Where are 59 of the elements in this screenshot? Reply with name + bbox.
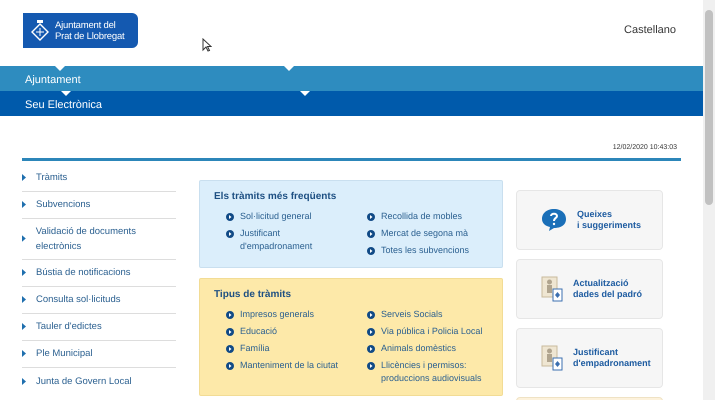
sidebar-link[interactable]: Consulta sol·licituds (36, 292, 120, 307)
procedure-link[interactable]: Totes les subvencions (381, 244, 470, 256)
arrow-circle-icon (367, 344, 375, 352)
question-bubble-icon (541, 208, 567, 232)
document-person-icon (541, 276, 563, 302)
nav-link[interactable]: Ajuntament (25, 72, 81, 88)
language-link[interactable]: Castellano (624, 22, 676, 38)
shortcut-card[interactable]: Actualització dades del padró (516, 258, 663, 318)
sidebar-link[interactable]: Validació de documents electrònics (36, 224, 176, 254)
sidebar-link[interactable]: Ple Municipal (36, 346, 92, 361)
procedure-link[interactable]: Via pública i Policia Local (381, 324, 482, 338)
procedure-link[interactable]: Llicències i permisos: produccions audiovisuals (381, 358, 488, 384)
procedure-link[interactable]: Justificant d'empadronament (240, 226, 347, 252)
arrow-circle-icon (367, 310, 375, 318)
procedure-link[interactable]: Serveis Socials (381, 308, 443, 320)
logo-text: Prat de Llobregat (55, 30, 124, 42)
panel-title: Els tràmits més freqüents (214, 190, 338, 204)
procedure-link[interactable]: Família (240, 342, 270, 354)
shortcut-card[interactable]: Queixes i suggeriments (516, 190, 663, 250)
logo-text: Ajuntament del (55, 20, 117, 30)
sidebar-link[interactable]: Subvencions (36, 197, 90, 212)
arrow-icon (22, 296, 26, 303)
sidebar-link[interactable]: Junta de Govern Local (36, 374, 132, 388)
procedure-link[interactable]: Manteniment de la ciutat (240, 358, 338, 372)
arrow-circle-icon (367, 230, 375, 238)
procedure-link[interactable]: Educació (240, 324, 278, 338)
sidebar-link[interactable]: Tauler d'edictes (36, 319, 102, 334)
sidebar-link[interactable]: Tràmits (36, 170, 68, 185)
document-person-icon (541, 344, 563, 370)
logo[interactable]: Ajuntament del Prat de Llobregat (23, 13, 138, 48)
procedure-link[interactable]: Impresos generals (240, 308, 314, 320)
arrow-circle-icon (367, 362, 375, 370)
sidebar-link[interactable]: Bústia de notificacions (36, 265, 131, 280)
shield-logo-icon (31, 20, 49, 42)
arrow-icon (22, 269, 26, 276)
cursor-icon (202, 38, 212, 52)
arrow-icon (22, 378, 26, 384)
arrow-circle-icon (226, 212, 234, 220)
arrow-icon (22, 323, 26, 330)
arrow-circle-icon (226, 310, 234, 318)
procedure-link[interactable]: Animals domèstics (381, 342, 456, 354)
arrow-circle-icon (226, 328, 234, 336)
arrow-icon (22, 201, 26, 208)
procedure-link[interactable]: Sol·licitud general (240, 210, 312, 222)
arrow-icon (22, 174, 26, 181)
procedure-link[interactable]: Mercat de segona mà (381, 226, 468, 240)
arrow-circle-icon (226, 362, 234, 370)
shortcut-card[interactable]: Justificant d'empadronament (516, 328, 663, 388)
arrow-circle-icon (226, 344, 234, 352)
arrow-icon (22, 235, 26, 242)
arrow-circle-icon (226, 230, 234, 238)
panel-title: Tipus de tràmits (214, 288, 292, 302)
arrow-circle-icon (367, 212, 375, 220)
arrow-circle-icon (367, 246, 375, 254)
arrow-icon (22, 350, 26, 357)
scrollbar[interactable] (703, 0, 715, 400)
arrow-circle-icon (367, 328, 375, 336)
procedure-link[interactable]: Recollida de mobles (381, 210, 462, 222)
nav-link[interactable]: Seu Electrònica (25, 96, 102, 113)
